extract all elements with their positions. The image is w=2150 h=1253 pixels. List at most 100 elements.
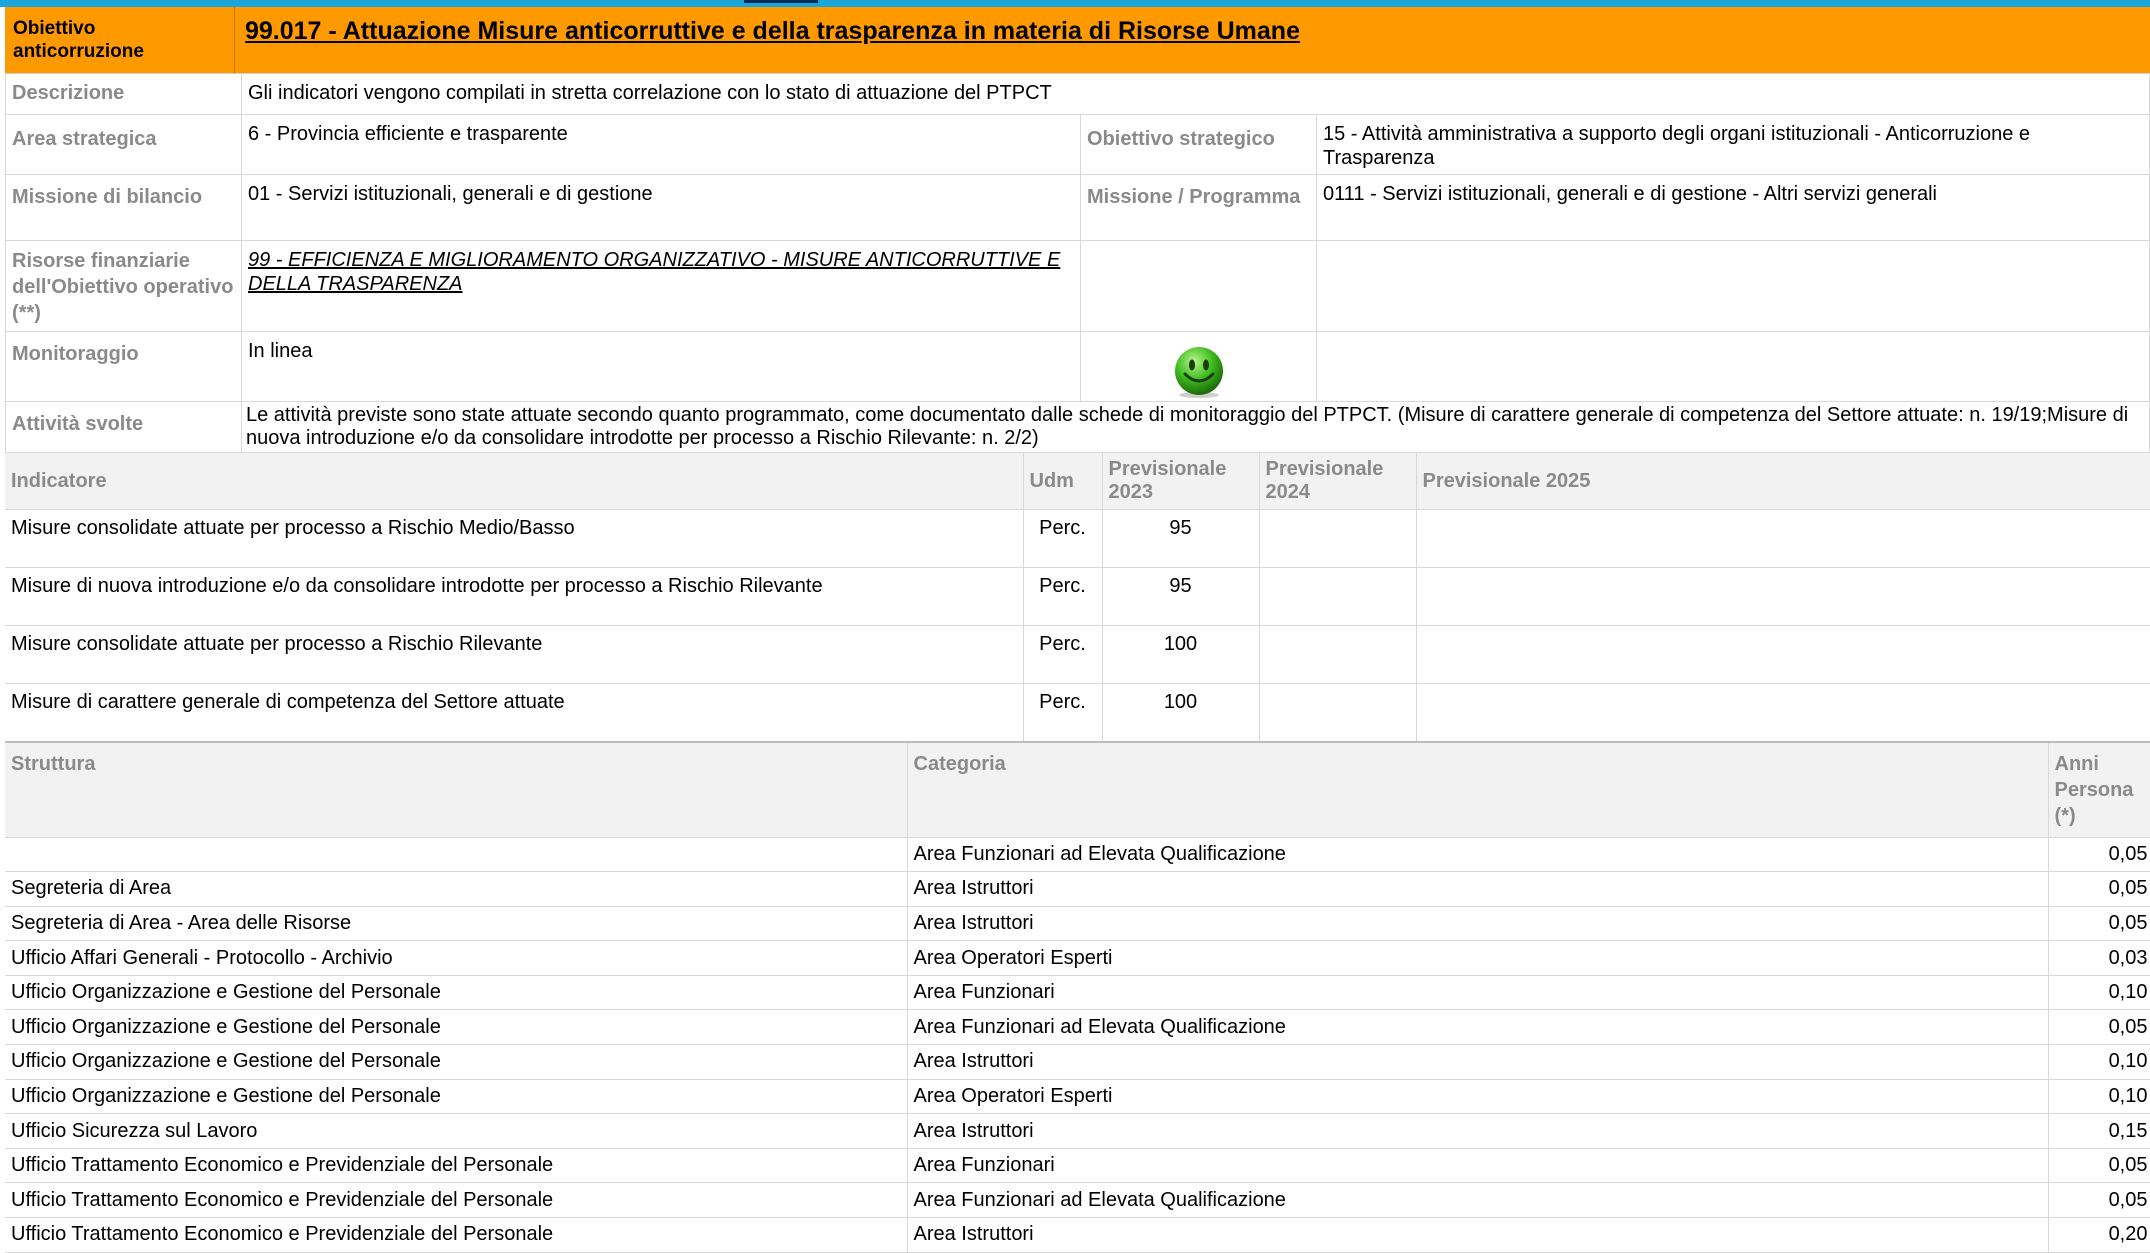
indicator-udm: Perc. bbox=[1023, 625, 1103, 684]
descrizione-value: Gli indicatori vengono compilati in stre… bbox=[242, 74, 2150, 115]
indicator-prev-2025 bbox=[1416, 567, 2150, 626]
indicator-udm: Perc. bbox=[1023, 509, 1103, 568]
risorse-empty-cell bbox=[1081, 241, 1317, 332]
struttura-cell: Ufficio Organizzazione e Gestione del Pe… bbox=[5, 1079, 908, 1115]
indicator-prev-2024 bbox=[1259, 683, 1417, 742]
indicator-row: Misure di carattere generale di competen… bbox=[5, 683, 2150, 742]
missione-bilancio-label: Missione di bilancio bbox=[6, 175, 242, 241]
monitoraggio-label: Monitoraggio bbox=[6, 332, 242, 402]
indicator-name: Misure di nuova introduzione e/o da cons… bbox=[5, 567, 1024, 626]
indicator-prev-2025 bbox=[1416, 625, 2150, 684]
anni-persona-cell: 0,05 bbox=[2048, 906, 2150, 942]
struttura-cell: Ufficio Sicurezza sul Lavoro bbox=[5, 1113, 908, 1149]
risorse-finanziarie-link[interactable]: 99 - EFFICIENZA E MIGLIORAMENTO ORGANIZZ… bbox=[248, 249, 1060, 295]
indicator-udm: Perc. bbox=[1023, 567, 1103, 626]
indicator-prev-2024 bbox=[1259, 509, 1417, 568]
structure-row: Ufficio Sicurezza sul Lavoro Area Istrutt… bbox=[5, 1113, 2150, 1149]
indicator-prev-2023: 100 bbox=[1102, 683, 1260, 742]
area-strategica-value: 6 - Provincia efficiente e trasparente bbox=[242, 115, 1081, 175]
anni-persona-cell: 0,05 bbox=[2048, 1182, 2150, 1219]
anni-persona-cell: 0,05 bbox=[2048, 1148, 2150, 1184]
monitoraggio-value: In linea bbox=[242, 332, 1081, 402]
indicator-name: Misure consolidate attuate per processo … bbox=[5, 625, 1024, 684]
categoria-cell: Area Funzionari bbox=[907, 975, 2049, 1011]
risorse-finanziarie-label: Risorse finanziarie dell'Obiettivo opera… bbox=[6, 241, 242, 332]
categoria-cell: Area Istruttori bbox=[907, 1113, 2049, 1149]
anni-persona-cell: 0,05 bbox=[2048, 871, 2150, 907]
objective-sheet: Obiettivo anticorruzione 99.017 - Attuaz… bbox=[5, 7, 2150, 1253]
smiley-green-icon bbox=[1174, 347, 1223, 398]
anni-persona-cell: 0,15 bbox=[2048, 1113, 2150, 1149]
attivita-svolte-label: Attività svolte bbox=[6, 402, 242, 453]
monitoraggio-empty-cell bbox=[1317, 332, 2150, 402]
structure-row: Ufficio Organizzazione e Gestione del Pe… bbox=[5, 975, 2150, 1011]
struttura-cell: Segreteria di Area - Area delle Risorse bbox=[5, 906, 908, 942]
anni-persona-cell: 0,10 bbox=[2048, 975, 2150, 1011]
indicator-udm: Perc. bbox=[1023, 683, 1103, 742]
indicator-prev-2025 bbox=[1416, 683, 2150, 742]
indicator-name: Misure consolidate attuate per processo … bbox=[5, 509, 1024, 568]
struttura-cell: Ufficio Trattamento Economico e Previden… bbox=[5, 1182, 908, 1219]
objective-type-label: Obiettivo anticorruzione bbox=[5, 7, 235, 73]
structure-row: Ufficio Trattamento Economico e Previden… bbox=[5, 1148, 2150, 1184]
indicator-prev-2024 bbox=[1259, 567, 1417, 626]
col-udm: Udm bbox=[1023, 453, 1103, 510]
indicator-row: Misure di nuova introduzione e/o da cons… bbox=[5, 567, 2150, 626]
objective-details: Descrizione Gli indicatori vengono compi… bbox=[5, 74, 2150, 453]
indicator-row: Misure consolidate attuate per processo … bbox=[5, 509, 2150, 568]
objective-title-link[interactable]: 99.017 - Attuazione Misure anticorruttiv… bbox=[235, 7, 2150, 73]
indicator-prev-2024 bbox=[1259, 625, 1417, 684]
anni-persona-cell: 0,03 bbox=[2048, 940, 2150, 976]
top-accent-bar bbox=[0, 0, 2150, 7]
categoria-cell: Area Operatori Esperti bbox=[907, 940, 2049, 976]
struttura-cell bbox=[5, 837, 908, 873]
categoria-cell: Area Funzionari ad Elevata Qualificazion… bbox=[907, 1182, 2049, 1219]
categoria-cell: Area Istruttori bbox=[907, 906, 2049, 942]
structure-row: Segreteria di Area - Area delle Risorse A… bbox=[5, 906, 2150, 942]
anni-persona-cell: 0,05 bbox=[2048, 1009, 2150, 1046]
col-struttura: Struttura bbox=[5, 742, 908, 838]
col-prev-2025: Previsionale 2025 bbox=[1416, 453, 2150, 510]
structures-table: Struttura Categoria Anni Persona (*) Are… bbox=[5, 742, 2150, 1253]
col-prev-2024: Previsionale 2024 bbox=[1259, 453, 1417, 510]
structure-row: Ufficio Organizzazione e Gestione del Pe… bbox=[5, 1044, 2150, 1080]
anni-persona-cell: 0,10 bbox=[2048, 1079, 2150, 1115]
categoria-cell: Area Funzionari ad Elevata Qualificazion… bbox=[907, 837, 2049, 873]
indicator-prev-2025 bbox=[1416, 509, 2150, 568]
missione-programma-label: Missione / Programma bbox=[1081, 175, 1317, 241]
anni-persona-cell: 0,10 bbox=[2048, 1044, 2150, 1080]
col-anni-persona: Anni Persona (*) bbox=[2048, 742, 2150, 838]
area-strategica-label: Area strategica bbox=[6, 115, 242, 175]
attivita-svolte-value: Le attività previste sono state attuate … bbox=[242, 402, 2150, 453]
structure-row: Ufficio Trattamento Economico e Previden… bbox=[5, 1182, 2150, 1219]
risorse-empty-cell-2 bbox=[1317, 241, 2150, 332]
categoria-cell: Area Operatori Esperti bbox=[907, 1079, 2049, 1115]
descrizione-label: Descrizione bbox=[6, 74, 242, 115]
structure-row: Ufficio Organizzazione e Gestione del Pe… bbox=[5, 1009, 2150, 1046]
missione-programma-value: 0111 - Servizi istituzionali, generali e… bbox=[1317, 175, 2150, 241]
col-prev-2023: Previsionale 2023 bbox=[1102, 453, 1260, 510]
indicator-prev-2023: 95 bbox=[1102, 567, 1260, 626]
categoria-cell: Area Funzionari ad Elevata Qualificazion… bbox=[907, 1009, 2049, 1046]
struttura-cell: Ufficio Organizzazione e Gestione del Pe… bbox=[5, 1009, 908, 1046]
anni-persona-cell: 0,05 bbox=[2048, 837, 2150, 873]
categoria-cell: Area Istruttori bbox=[907, 1044, 2049, 1080]
struttura-cell: Ufficio Organizzazione e Gestione del Pe… bbox=[5, 1044, 908, 1080]
indicators-table: Indicatore Udm Previsionale 2023 Previsi… bbox=[5, 453, 2150, 743]
struttura-cell: Ufficio Organizzazione e Gestione del Pe… bbox=[5, 975, 908, 1011]
categoria-cell: Area Funzionari bbox=[907, 1148, 2049, 1184]
categoria-cell: Area Istruttori bbox=[907, 871, 2049, 907]
struttura-cell: Ufficio Trattamento Economico e Previden… bbox=[5, 1148, 908, 1184]
objective-header: Obiettivo anticorruzione 99.017 - Attuaz… bbox=[5, 7, 2150, 74]
structure-row: Segreteria di Area Area Istruttori 0,05 bbox=[5, 871, 2150, 907]
indicators-header-row: Indicatore Udm Previsionale 2023 Previsi… bbox=[5, 453, 2150, 510]
col-indicatore: Indicatore bbox=[5, 453, 1024, 510]
indicator-row: Misure consolidate attuate per processo … bbox=[5, 625, 2150, 684]
obiettivo-strategico-label: Obiettivo strategico bbox=[1081, 115, 1317, 175]
obiettivo-strategico-value: 15 - Attività amministrativa a supporto … bbox=[1317, 115, 2150, 175]
missione-bilancio-value: 01 - Servizi istituzionali, generali e d… bbox=[242, 175, 1081, 241]
indicator-prev-2023: 100 bbox=[1102, 625, 1260, 684]
risorse-finanziarie-value[interactable]: 99 - EFFICIENZA E MIGLIORAMENTO ORGANIZZ… bbox=[242, 241, 1081, 332]
structures-header-row: Struttura Categoria Anni Persona (*) bbox=[5, 742, 2150, 838]
col-categoria: Categoria bbox=[907, 742, 2049, 838]
